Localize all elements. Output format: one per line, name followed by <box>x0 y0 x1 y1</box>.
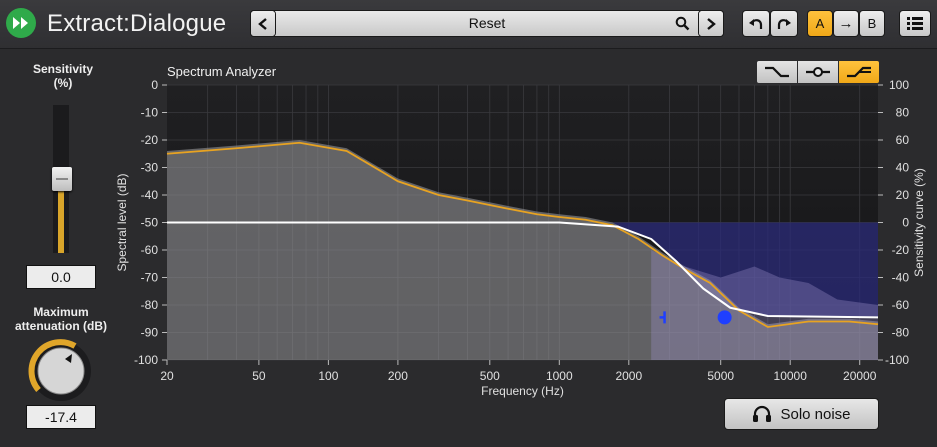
fast-forward-icon[interactable] <box>6 8 36 38</box>
y2-tick-label: 40 <box>896 161 910 175</box>
y-tick-label: -30 <box>141 161 159 175</box>
y2-tick-label: 20 <box>896 188 910 202</box>
x-tick-label: 1000 <box>546 369 573 383</box>
search-icon[interactable] <box>675 16 690 36</box>
top-bar: Extract:Dialogue Reset A → B <box>0 0 937 49</box>
x-tick-label: 500 <box>480 369 500 383</box>
y-tick-label: -10 <box>141 106 159 120</box>
y-tick-label: -70 <box>141 271 159 285</box>
preset-selector[interactable]: Reset <box>251 11 723 36</box>
sensitivity-slider-thumb[interactable] <box>52 167 72 191</box>
noise-region <box>612 222 878 318</box>
x-tick-label: 5000 <box>707 369 734 383</box>
y-tick-label: -20 <box>141 133 159 147</box>
sensitivity-curve <box>167 221 879 319</box>
sensitivity-value[interactable]: 0.0 <box>27 266 95 288</box>
list-menu-icon[interactable] <box>900 11 930 36</box>
headphones-icon <box>753 405 772 422</box>
y2-tick-label: 60 <box>896 133 910 147</box>
y2-tick-label: -80 <box>892 326 910 340</box>
x-tick-label: 20000 <box>843 369 877 383</box>
y2-tick-label: 0 <box>902 216 909 230</box>
copy-a-to-b-button[interactable]: → <box>834 11 858 36</box>
solo-noise-label: Solo noise <box>780 405 851 423</box>
attenuation-label: Maximum attenuation (dB) <box>15 305 107 333</box>
y2-tick-label: 100 <box>889 78 909 92</box>
x-tick-label: 100 <box>318 369 338 383</box>
y2-tick-label: 80 <box>896 106 910 120</box>
chevron-right-icon[interactable] <box>699 11 723 36</box>
x-tick-label: 10000 <box>774 369 808 383</box>
attenuation-value[interactable]: -17.4 <box>27 406 95 428</box>
low-shelf-curve-icon[interactable] <box>757 61 797 83</box>
redo-icon[interactable] <box>771 11 797 36</box>
y2-tick-label: -60 <box>892 298 910 312</box>
y-tick-label: 0 <box>151 78 158 92</box>
analyzer-title: Spectrum Analyzer <box>167 64 277 79</box>
y-tick-label: -100 <box>134 353 158 367</box>
sensitivity-label: Sensitivity (%) <box>32 62 94 90</box>
high-shelf-curve-icon[interactable] <box>839 61 879 83</box>
curve-handle <box>717 310 732 325</box>
y2-tick-label: -100 <box>885 353 909 367</box>
preset-a-button[interactable]: A <box>808 11 832 36</box>
x-axis-label: Frequency (Hz) <box>481 384 564 398</box>
app-title: Extract:Dialogue <box>47 10 227 37</box>
y-tick-label: -60 <box>141 243 159 257</box>
x-tick-label: 200 <box>388 369 408 383</box>
preset-b-button[interactable]: B <box>860 11 884 36</box>
y-tick-label: -80 <box>141 298 159 312</box>
x-tick-label: 50 <box>252 369 266 383</box>
solo-noise-button[interactable]: Solo noise <box>725 399 878 429</box>
y2-tick-label: -40 <box>892 271 910 285</box>
undo-icon[interactable] <box>743 11 769 36</box>
y2-axis-label: Sensitivity curve (%) <box>912 168 926 277</box>
preset-name[interactable]: Reset <box>251 15 723 31</box>
y-tick-label: -90 <box>141 326 159 340</box>
y2-tick-label: -20 <box>892 243 910 257</box>
attenuation-knob[interactable] <box>24 336 98 407</box>
spectrum-line <box>166 141 879 328</box>
x-tick-label: 2000 <box>615 369 642 383</box>
noise-profile-area <box>651 250 878 360</box>
x-tick-label: 20 <box>160 369 174 383</box>
y-tick-label: -40 <box>141 188 159 202</box>
plot-area <box>167 85 878 360</box>
curve-bracket-handle <box>659 311 666 324</box>
y-tick-label: -50 <box>141 216 159 230</box>
band-curve-icon[interactable] <box>798 61 838 83</box>
spectrum-area <box>167 140 878 360</box>
